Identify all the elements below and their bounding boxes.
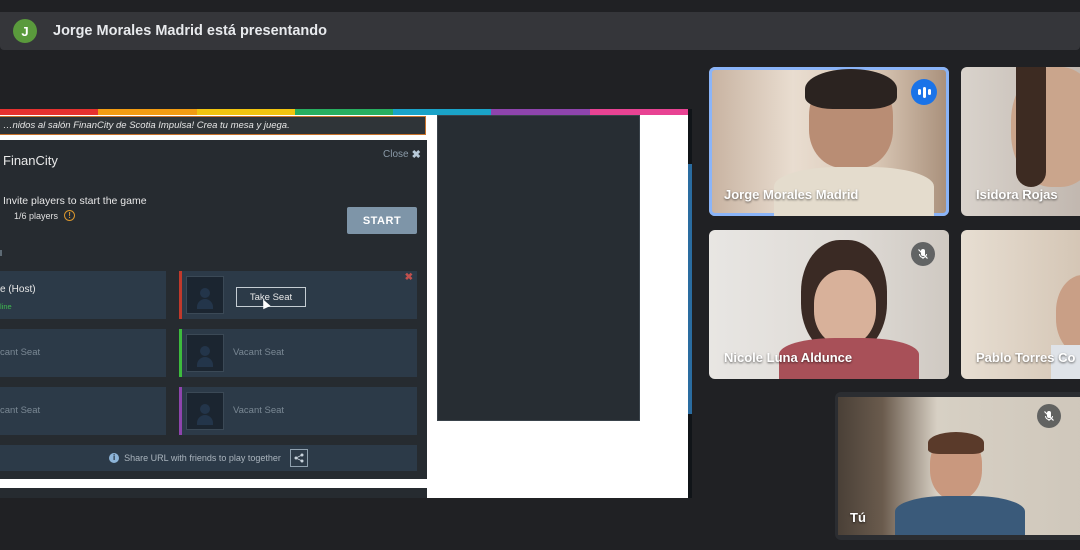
shared-screen: …nidos al salón FinanCity de Scotia Impu… [0, 109, 692, 498]
divider-mark [0, 250, 2, 256]
close-label: Close [383, 149, 409, 160]
seat-host: e (Host) line [0, 271, 166, 319]
participant-shirt [895, 496, 1025, 535]
participant-name: Isidora Rojas [976, 187, 1058, 202]
participant-name: Jorge Morales Madrid [724, 187, 859, 202]
participant-name: Nicole Luna Aldunce [724, 350, 853, 365]
video-tile-self[interactable]: Tú [835, 392, 1080, 540]
seat-vacant-right-1[interactable]: Vacant Seat [179, 329, 417, 377]
take-seat-button[interactable]: Take Seat [236, 287, 306, 307]
presenter-avatar: J [13, 19, 37, 43]
vacant-seat-label: cant Seat [0, 405, 41, 416]
video-tile-isidora[interactable]: Isidora Rojas [961, 67, 1080, 216]
participant-hair [805, 69, 897, 109]
start-button[interactable]: START [347, 207, 417, 234]
video-tile-pablo[interactable]: Pablo Torres Co [961, 230, 1080, 379]
seat-color-bar [179, 271, 182, 319]
mic-off-icon [1037, 404, 1061, 428]
share-icon[interactable] [289, 449, 308, 467]
close-button[interactable]: Close ✖ [383, 148, 421, 161]
mic-off-icon [911, 242, 935, 266]
seat-vacant-left-2[interactable]: cant Seat [0, 387, 166, 435]
participant-hair [1016, 67, 1046, 187]
vacant-seat-label: cant Seat [0, 347, 41, 358]
rainbow-segment [196, 109, 295, 115]
close-icon: ✖ [411, 149, 421, 161]
seat-avatar-icon [186, 276, 224, 314]
share-url-text: Share URL with friends to play together [124, 453, 281, 463]
welcome-banner: …nidos al salón FinanCity de Scotia Impu… [0, 116, 426, 135]
panel-title: FinanCity [3, 153, 58, 168]
participant-hair [928, 432, 984, 454]
seat-color-bar [179, 329, 182, 377]
seat-vacant-right-2[interactable]: Vacant Seat [179, 387, 417, 435]
side-panel [437, 115, 640, 421]
info-icon: i [109, 453, 120, 463]
speaking-indicator-icon [911, 79, 937, 105]
vacant-seat-label: Vacant Seat [233, 405, 285, 416]
players-row: 1/6 players ! [14, 210, 76, 221]
share-url-bar: i Share URL with friends to play togethe… [0, 445, 417, 471]
invite-text: Invite players to start the game [3, 195, 147, 207]
screen-edge-accent [688, 164, 692, 414]
seat-avatar-icon [186, 392, 224, 430]
presenting-label: Jorge Morales Madrid está presentando [53, 23, 327, 39]
presenting-bar: J Jorge Morales Madrid está presentando [0, 12, 1080, 50]
players-count: 1/6 players [14, 210, 59, 221]
vacant-seat-label: Vacant Seat [233, 347, 285, 358]
participant-face [814, 270, 876, 345]
lower-panel-strip [0, 488, 427, 498]
rainbow-segment [294, 109, 394, 115]
participant-name: Pablo Torres Co [976, 350, 1076, 365]
seat-vacant-left-1[interactable]: cant Seat [0, 329, 166, 377]
video-tile-jorge[interactable]: Jorge Morales Madrid [709, 67, 949, 216]
warning-icon: ! [64, 210, 76, 221]
seat-open: Take Seat ✖ [179, 271, 417, 319]
participant-name: Tú [850, 510, 866, 525]
remove-seat-icon[interactable]: ✖ [405, 272, 413, 283]
game-lobby-panel: FinanCity Close ✖ Invite players to star… [0, 140, 427, 479]
seat-color-bar [179, 387, 182, 435]
video-tile-nicole[interactable]: Nicole Luna Aldunce [709, 230, 949, 379]
rainbow-segment [0, 109, 99, 115]
participant-face [1056, 275, 1080, 355]
rainbow-segment [98, 109, 197, 115]
host-status: line [0, 302, 12, 311]
host-name: e (Host) [0, 284, 36, 295]
seat-avatar-icon [186, 334, 224, 372]
